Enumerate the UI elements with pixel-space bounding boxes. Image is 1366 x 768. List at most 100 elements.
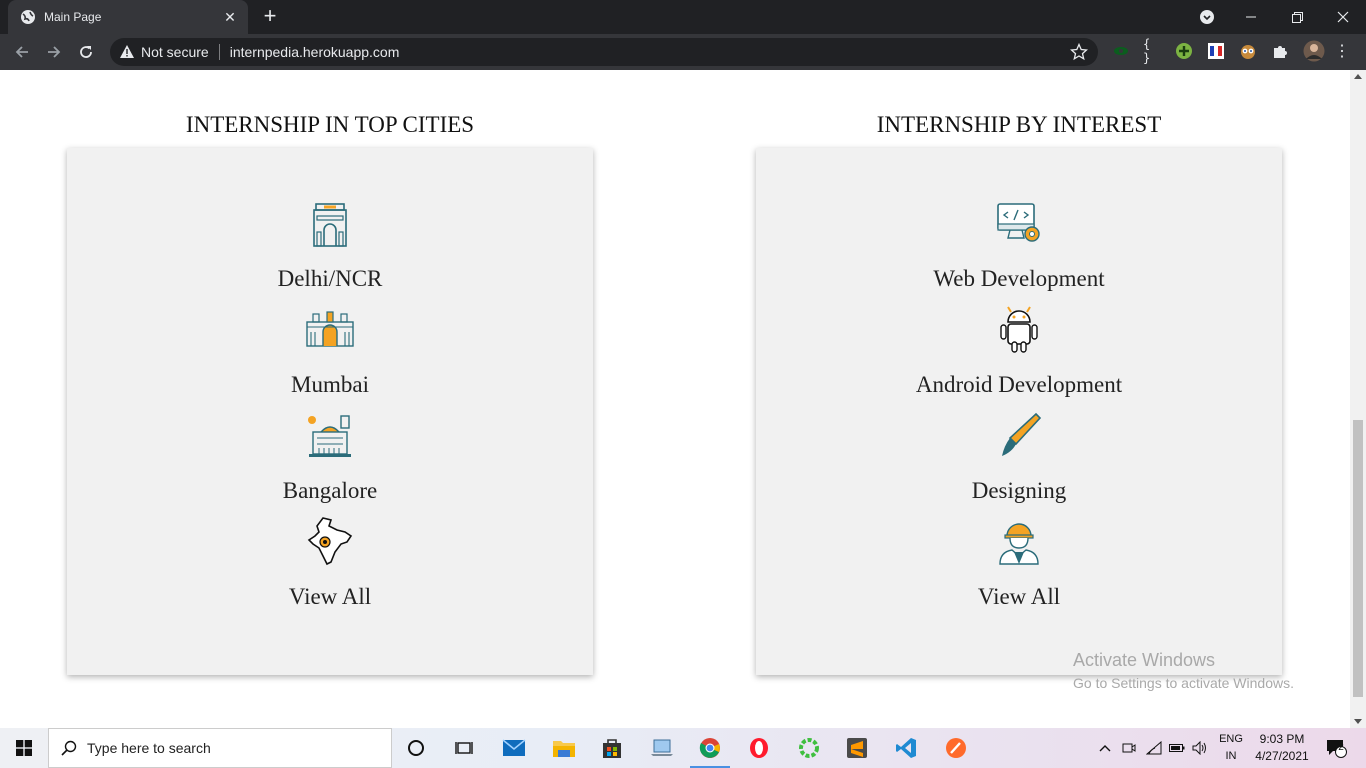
warning-icon[interactable] <box>119 44 135 60</box>
city-view-all[interactable]: View All <box>67 516 593 610</box>
new-tab-button[interactable]: + <box>258 5 282 29</box>
chevron-down-icon <box>1200 10 1214 24</box>
clock-date: 4/27/2021 <box>1255 749 1309 763</box>
interest-item-designing[interactable]: Designing <box>756 410 1282 504</box>
notification-count: 2 <box>1338 742 1344 753</box>
windows-taskbar: Type here to search ENG IN 9:03 PM 4/27/… <box>0 728 1366 768</box>
tab-close-icon[interactable]: ✕ <box>218 9 242 26</box>
folder-icon <box>553 741 575 757</box>
notifications-button[interactable]: 2 <box>1322 728 1350 768</box>
opera-taskbar-button[interactable] <box>735 728 783 768</box>
sublime-icon <box>847 738 867 758</box>
task-view-button[interactable] <box>440 728 488 768</box>
reload-icon <box>80 46 92 58</box>
close-icon <box>1337 11 1349 23</box>
this-pc-button[interactable] <box>638 728 686 768</box>
green-app-taskbar-button[interactable] <box>785 728 833 768</box>
tab-search-button[interactable] <box>1195 0 1219 34</box>
owl-extension-icon[interactable] <box>1239 42 1257 60</box>
divider <box>218 44 220 60</box>
city-item-bangalore[interactable]: Bangalore <box>67 410 593 504</box>
camera-icon <box>1122 743 1136 753</box>
store-app-button[interactable] <box>588 728 636 768</box>
clock[interactable]: 9:03 PM 4/27/2021 <box>1250 731 1314 765</box>
network-button[interactable] <box>1144 728 1164 768</box>
cities-card: Delhi/NCR Mumbai Bangalore View All <box>67 148 593 675</box>
scroll-up-arrow-icon[interactable] <box>1354 74 1362 79</box>
bangalore-palace-icon <box>308 415 351 457</box>
activate-windows-watermark: Activate Windows Go to Settings to activ… <box>1073 650 1294 691</box>
search-icon <box>61 740 77 756</box>
sublime-text-taskbar-button[interactable] <box>833 728 881 768</box>
interest-label: Designing <box>971 478 1067 503</box>
view-all-label: View All <box>288 584 372 609</box>
forward-button[interactable] <box>42 40 66 64</box>
profile-avatar-icon[interactable] <box>1303 40 1325 62</box>
vscode-taskbar-button[interactable] <box>882 728 930 768</box>
back-button[interactable] <box>10 40 34 64</box>
interest-label: Android Development <box>915 372 1123 397</box>
close-window-button[interactable] <box>1320 0 1366 34</box>
watermark-title: Activate Windows <box>1073 650 1216 670</box>
flag-extension-icon[interactable] <box>1207 42 1225 60</box>
chrome-icon <box>699 738 720 758</box>
task-view-icon <box>455 742 473 754</box>
city-label: Mumbai <box>291 372 369 397</box>
puzzle-extension-icon[interactable] <box>1271 42 1289 60</box>
battery-button[interactable] <box>1168 728 1186 768</box>
bookmark-star-icon[interactable] <box>1070 43 1088 61</box>
chevron-up-icon <box>1099 745 1111 752</box>
interest-item-android-development[interactable]: Android Development <box>756 304 1282 398</box>
mail-icon <box>502 739 526 756</box>
meet-now-button[interactable] <box>1120 728 1138 768</box>
chrome-menu-icon[interactable]: ⋮ <box>1333 42 1351 60</box>
battery-icon <box>1169 744 1185 752</box>
restore-button[interactable] <box>1274 0 1320 34</box>
tab-main-page[interactable]: Main Page ✕ <box>8 0 248 34</box>
tab-strip: Main Page ✕ + <box>0 0 1366 34</box>
cortana-button[interactable] <box>392 728 440 768</box>
interest-label: Web Development <box>933 266 1105 291</box>
region-code: IN <box>1225 750 1237 762</box>
city-label: Bangalore <box>282 478 378 503</box>
city-item-delhi[interactable]: Delhi/NCR <box>67 198 593 292</box>
india-gate-icon <box>313 203 347 247</box>
address-bar[interactable]: Not secure internpedia.herokuapp.com <box>110 38 1098 66</box>
watermark-subtitle: Go to Settings to activate Windows. <box>1073 675 1294 691</box>
mail-app-button[interactable] <box>490 728 538 768</box>
orange-brush-app-icon <box>946 738 966 758</box>
taskbar-search-box[interactable]: Type here to search <box>48 728 392 768</box>
show-hidden-icons-button[interactable] <box>1096 728 1114 768</box>
scrollbar-thumb[interactable] <box>1353 420 1363 697</box>
laptop-icon <box>651 739 673 756</box>
green-ring-icon <box>799 738 819 758</box>
volume-button[interactable] <box>1190 728 1210 768</box>
url-text[interactable]: internpedia.herokuapp.com <box>230 44 400 60</box>
reload-button[interactable] <box>74 40 98 64</box>
eye-extension-icon[interactable] <box>1112 42 1130 60</box>
braces-extension-icon[interactable]: { } <box>1143 37 1161 65</box>
city-label: Delhi/NCR <box>277 266 383 291</box>
minimize-button[interactable] <box>1228 0 1274 34</box>
interest-item-web-development[interactable]: Web Development <box>756 198 1282 292</box>
interest-view-all[interactable]: View All <box>756 516 1282 610</box>
input-language-indicator[interactable]: ENG IN <box>1215 731 1247 765</box>
forward-arrow-icon <box>48 46 61 58</box>
browser-toolbar: Not secure internpedia.herokuapp.com <box>0 34 1366 70</box>
opera-icon <box>750 738 768 758</box>
file-explorer-button[interactable] <box>540 728 588 768</box>
page-scrollbar[interactable] <box>1350 70 1366 728</box>
india-map-icon <box>307 517 353 566</box>
clock-time: 9:03 PM <box>1259 732 1305 746</box>
brush-app-taskbar-button[interactable] <box>932 728 980 768</box>
scroll-down-arrow-icon[interactable] <box>1354 719 1362 724</box>
start-button[interactable] <box>0 728 48 768</box>
security-status[interactable]: Not secure <box>141 44 209 60</box>
city-item-mumbai[interactable]: Mumbai <box>67 304 593 398</box>
view-all-label: View All <box>977 584 1061 609</box>
chrome-taskbar-button[interactable] <box>686 728 734 768</box>
back-arrow-icon <box>15 46 28 58</box>
plus-extension-icon[interactable] <box>1175 42 1193 60</box>
lang-code: ENG <box>1219 733 1243 745</box>
page-content: INTERNSHIP IN TOP CITIES Delhi/NCR Mumba… <box>0 70 1350 728</box>
